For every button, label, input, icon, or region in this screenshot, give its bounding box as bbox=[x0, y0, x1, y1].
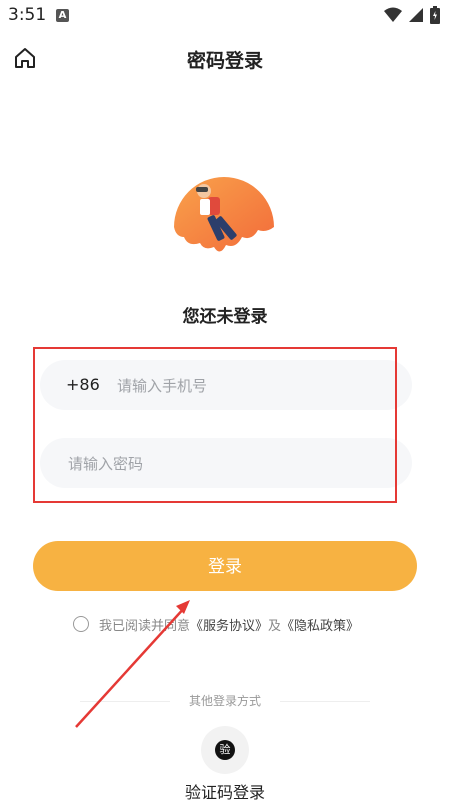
status-icons bbox=[384, 6, 440, 24]
header: 密码登录 bbox=[0, 38, 450, 78]
agreement-and: 及 bbox=[268, 618, 282, 634]
divider-line-left bbox=[80, 701, 170, 702]
divider-line-right bbox=[280, 701, 370, 702]
privacy-policy-link[interactable]: 《隐私政策》 bbox=[281, 615, 359, 634]
agree-checkbox[interactable] bbox=[73, 616, 89, 632]
login-status-text: 您还未登录 bbox=[182, 307, 268, 327]
status-time: 3:51 bbox=[8, 5, 47, 25]
service-agreement-link[interactable]: 《服务协议》 bbox=[190, 615, 268, 634]
signal-icon bbox=[409, 8, 423, 22]
phone-field: +86 bbox=[40, 360, 412, 412]
jetpack-person-icon bbox=[174, 177, 274, 264]
agreement-prefix: 我已阅读并同意 bbox=[99, 618, 191, 634]
notification-icon: A bbox=[56, 9, 69, 22]
phone-input[interactable] bbox=[115, 360, 399, 412]
code-login-button[interactable]: 验 bbox=[201, 726, 249, 774]
login-button[interactable]: 登录 bbox=[33, 541, 417, 591]
wifi-icon bbox=[384, 7, 402, 22]
avatar-illustration bbox=[170, 175, 278, 275]
status-bar: 3:51 A bbox=[0, 0, 450, 32]
password-input[interactable] bbox=[66, 438, 390, 490]
other-login-text: 其他登录方式 bbox=[188, 694, 261, 708]
battery-icon bbox=[430, 6, 440, 24]
code-login-label[interactable]: 验证码登录 bbox=[0, 779, 450, 803]
verify-code-icon: 验 bbox=[215, 740, 235, 760]
page-title: 密码登录 bbox=[186, 50, 263, 72]
country-code[interactable]: +86 bbox=[66, 375, 100, 394]
other-login-divider: 其他登录方式 bbox=[0, 692, 450, 712]
password-field bbox=[40, 438, 412, 490]
agreement-row: 我已阅读并同意 《服务协议》 及 《隐私政策》 bbox=[73, 613, 359, 635]
